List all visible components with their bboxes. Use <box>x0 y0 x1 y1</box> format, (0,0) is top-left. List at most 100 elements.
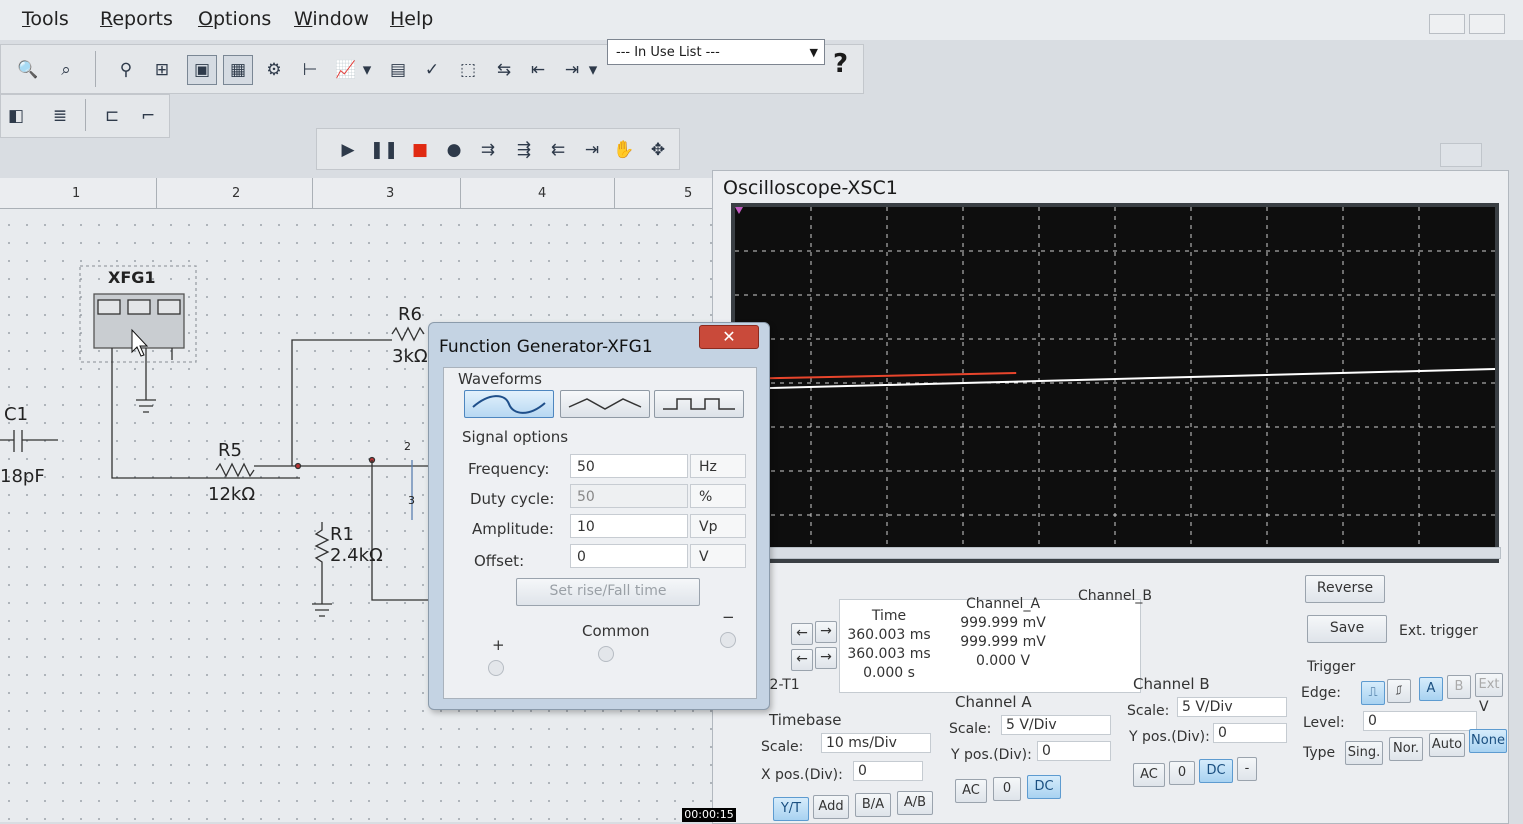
t1-channel-a: 999.999 mV <box>960 615 1046 631</box>
waveforms-label: Waveforms <box>458 370 542 388</box>
cursor-marker-icon[interactable] <box>735 207 743 214</box>
common-terminal-label: Common <box>582 622 650 640</box>
channel-a-scale-label: Scale: <box>949 721 992 737</box>
edge-label: Edge: <box>1301 685 1341 701</box>
amplitude-label: Amplitude: <box>472 520 554 538</box>
oscilloscope-window: Oscilloscope-XSC1 ← → ← → T2-T1 Time 360… <box>712 143 1509 824</box>
type-normal-button[interactable]: Nor. <box>1389 737 1423 761</box>
node-label: 2 <box>404 440 411 453</box>
channel-b-ypos-field[interactable]: 0 <box>1213 723 1287 743</box>
frequency-unit-select[interactable]: Hz <box>690 454 746 478</box>
channel-b-invert-button[interactable]: - <box>1237 757 1257 781</box>
r1-name: R1 <box>330 524 354 545</box>
channel-b-ypos-label: Y pos.(Div): <box>1129 729 1210 745</box>
minus-terminal[interactable] <box>720 632 736 648</box>
save-button[interactable]: Save <box>1307 615 1387 643</box>
duty-cycle-field[interactable]: 50 <box>570 484 688 508</box>
square-wave-button[interactable] <box>654 390 744 418</box>
plus-terminal-label: + <box>492 636 505 654</box>
offset-unit-select[interactable]: V <box>690 544 746 568</box>
t1-time: 360.003 ms <box>847 627 931 643</box>
level-label: Level: <box>1303 715 1345 731</box>
type-auto-button[interactable]: Auto <box>1429 733 1465 757</box>
channel-b-readout: Channel_B <box>1065 587 1165 606</box>
channel-b-scale-label: Scale: <box>1127 703 1170 719</box>
common-terminal[interactable] <box>598 646 614 662</box>
frequency-field[interactable]: 50 <box>570 454 688 478</box>
t2-right-arrow-icon[interactable]: → <box>815 647 837 669</box>
type-none-button[interactable]: None <box>1469 729 1507 753</box>
channel-a-ypos-field[interactable]: 0 <box>1037 741 1111 761</box>
channel-b-label: Channel B <box>1133 675 1210 693</box>
r5-name: R5 <box>218 440 242 461</box>
channel-a-zero-button[interactable]: 0 <box>993 777 1021 801</box>
ext-trigger-label: Ext. trigger <box>1399 623 1478 639</box>
reverse-button[interactable]: Reverse <box>1305 575 1385 603</box>
time-scrollbar[interactable] <box>731 547 1501 559</box>
oscilloscope-screen[interactable] <box>731 203 1499 563</box>
falling-edge-icon[interactable]: ⎎ <box>1387 679 1411 703</box>
channel-b-scale-field[interactable]: 5 V/Div <box>1177 697 1287 717</box>
trigger-source-a-button[interactable]: A <box>1419 677 1443 701</box>
time-header: Time <box>871 608 907 624</box>
level-unit: V <box>1479 699 1489 715</box>
t2-channel-a: 999.999 mV <box>960 634 1046 650</box>
rising-edge-icon[interactable]: ⎍ <box>1361 681 1385 705</box>
offset-field[interactable]: 0 <box>570 544 688 568</box>
channel-a-header: Channel_A <box>965 596 1041 612</box>
triangle-wave-button[interactable] <box>560 390 650 418</box>
restore-button[interactable] <box>1429 14 1465 34</box>
duty-cycle-label: Duty cycle: <box>470 490 555 508</box>
time-readout: Time 360.003 ms 360.003 ms 0.000 s <box>841 607 937 683</box>
channel-a-readout: Channel_A 999.999 mV 999.999 mV 0.000 V <box>953 595 1053 671</box>
trigger-source-ext-button[interactable]: Ext <box>1475 673 1503 697</box>
channel-a-scale-field[interactable]: 5 V/Div <box>1001 715 1111 735</box>
t1-right-arrow-icon[interactable]: → <box>815 621 837 643</box>
type-single-button[interactable]: Sing. <box>1345 741 1383 765</box>
set-rise-fall-time-button[interactable]: Set rise/Fall time <box>516 578 700 606</box>
trigger-label: Trigger <box>1307 659 1356 675</box>
t1-left-arrow-icon[interactable]: ← <box>791 623 813 645</box>
oscilloscope-title: Oscilloscope-XSC1 <box>723 177 898 199</box>
c1-value: 18pF <box>0 466 45 487</box>
r1-value: 2.4kΩ <box>330 545 383 566</box>
channel-b-dc-button[interactable]: DC <box>1199 759 1233 783</box>
triangle-wave-icon <box>568 398 642 410</box>
trigger-source-b-button[interactable]: B <box>1447 675 1471 699</box>
frequency-label: Frequency: <box>468 460 550 478</box>
channel-a-ac-button[interactable]: AC <box>955 779 987 803</box>
function-generator-title: Function Generator-XFG1 <box>439 337 653 357</box>
mode-yt-button[interactable]: Y/T <box>773 797 809 821</box>
mode-ab-button[interactable]: A/B <box>897 791 933 815</box>
channel-a-ypos-label: Y pos.(Div): <box>951 747 1032 763</box>
r6-name: R6 <box>398 304 422 325</box>
channel-a-dc-button[interactable]: DC <box>1027 775 1061 799</box>
amplitude-unit-select[interactable]: Vp <box>690 514 746 538</box>
amplitude-field[interactable]: 10 <box>570 514 688 538</box>
signal-options-label: Signal options <box>462 428 569 446</box>
timebase-scale-field[interactable]: 10 ms/Div <box>821 733 931 753</box>
square-wave-icon <box>663 398 735 410</box>
function-generator-dialog: Function Generator-XFG1 ✕ Waveforms Sign… <box>428 322 770 710</box>
t2-left-arrow-icon[interactable]: ← <box>791 649 813 671</box>
level-field[interactable]: 0 <box>1363 711 1477 731</box>
close-icon[interactable] <box>1440 143 1482 167</box>
mode-ba-button[interactable]: B/A <box>855 793 891 817</box>
channel-b-ac-button[interactable]: AC <box>1133 763 1165 787</box>
sine-wave-button[interactable] <box>464 390 554 418</box>
close-icon[interactable]: ✕ <box>699 325 759 349</box>
plus-terminal[interactable] <box>488 660 504 676</box>
t2-time: 360.003 ms <box>847 646 931 662</box>
xpos-label: X pos.(Div): <box>761 767 843 783</box>
mode-add-button[interactable]: Add <box>813 795 849 819</box>
r6-value: 3kΩ <box>392 346 428 367</box>
channel-b-zero-button[interactable]: 0 <box>1169 761 1195 785</box>
video-timestamp: 00:00:15 <box>682 808 736 822</box>
r5-value: 12kΩ <box>208 484 256 505</box>
xpos-field[interactable]: 0 <box>853 761 923 781</box>
channel-a-label: Channel A <box>955 693 1032 711</box>
xfg1-label[interactable]: XFG1 <box>108 268 156 287</box>
help-button[interactable]: ? <box>833 49 848 79</box>
chevron-down-icon: ▼ <box>809 46 818 59</box>
close-window-button[interactable] <box>1469 14 1505 34</box>
